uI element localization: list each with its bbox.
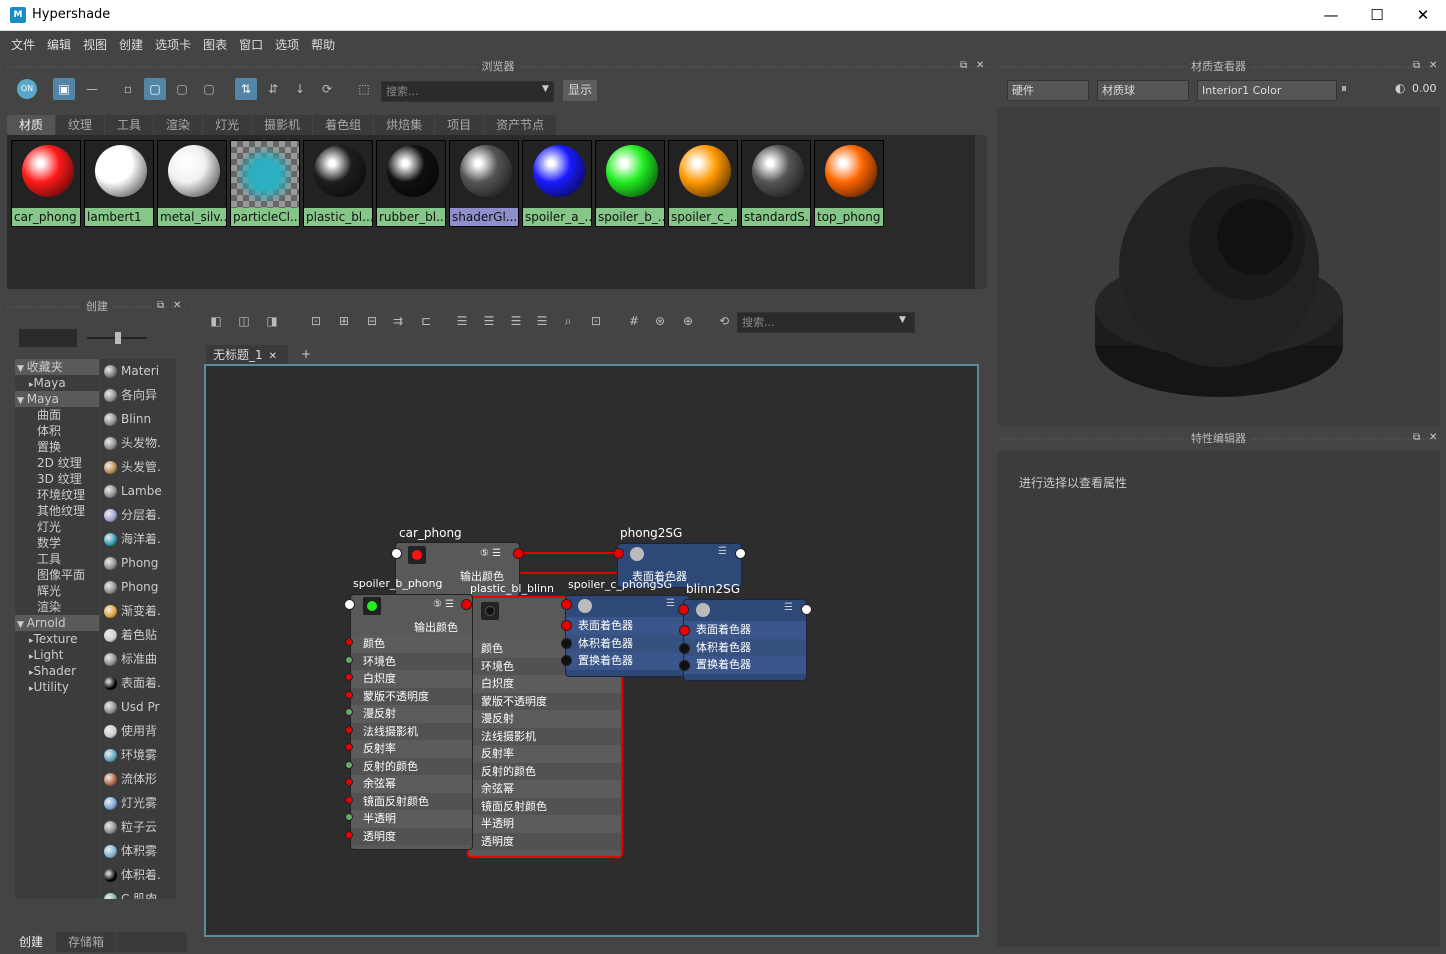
attr-area: [997, 451, 1440, 947]
settings-icon[interactable]: ⑤ ☰: [480, 548, 501, 559]
swatch-icon: [481, 602, 499, 620]
attr-row[interactable]: 白炽度: [351, 670, 472, 688]
connection-port[interactable]: [345, 725, 353, 734]
connection-port[interactable]: [345, 743, 353, 751]
sg-icon: [630, 547, 644, 561]
attribute-editor-panel: 特性编辑器 ⧉ ✕ 进行选择以查看属性: [997, 431, 1440, 953]
connection-port[interactable]: [561, 655, 572, 666]
attr-row[interactable]: 半透明: [351, 810, 472, 828]
connection-port[interactable]: [345, 708, 353, 716]
attr-list: 表面着色器 体积着色器 置换着色器: [684, 621, 806, 674]
node-spoiler-c-sg[interactable]: ☰ 表面着色器 体积着色器 置换着色器: [565, 595, 690, 677]
connection-port[interactable]: [345, 830, 353, 839]
play-pause-icon[interactable]: ⏸: [1341, 81, 1347, 96]
node-title: plastic_bl_blinn: [470, 582, 555, 595]
attr-row[interactable]: 体积着色器: [684, 638, 806, 656]
node-title: blinn2SG: [686, 582, 741, 596]
node-spoiler-b-phong[interactable]: ⑤ ☰ 输出颜色 颜色 环境色 白炽度 蒙版不透明度 漫反射 法线摄影机 反射率 反射的颜色余…: [350, 594, 473, 850]
attr-row[interactable]: 透明度: [469, 832, 621, 850]
attr-row[interactable]: 蒙版不透明度: [469, 692, 621, 710]
connection-port[interactable]: [345, 813, 353, 821]
float-icon[interactable]: ⧉: [1413, 60, 1420, 71]
connection-port[interactable]: [561, 637, 572, 649]
attr-row[interactable]: 置换着色器: [566, 652, 689, 670]
attr-row[interactable]: 体积着色器: [566, 634, 689, 652]
float-icon[interactable]: ⧉: [1413, 432, 1420, 443]
swatch-icon: [363, 597, 381, 615]
connection-port[interactable]: [345, 778, 353, 786]
renderer-select[interactable]: 硬件: [1007, 80, 1089, 101]
panel-close-icon[interactable]: ✕: [1429, 432, 1437, 443]
connection-port[interactable]: [679, 642, 690, 654]
connection-port[interactable]: [561, 620, 572, 631]
connection-port[interactable]: [613, 548, 624, 559]
connection-port[interactable]: [345, 673, 353, 681]
connection-port[interactable]: [345, 760, 353, 769]
material-preview: [997, 107, 1440, 425]
connection-port[interactable]: [391, 548, 402, 559]
connection-port[interactable]: [461, 599, 472, 610]
viewer-title: 材质查看器: [997, 59, 1440, 75]
connection-port[interactable]: [345, 795, 353, 804]
attr-row[interactable]: 环境色: [351, 652, 472, 670]
attr-row[interactable]: 余弦幂: [351, 775, 472, 793]
node-title: car_phong: [399, 526, 462, 540]
attr-row[interactable]: 表面着色器: [684, 621, 806, 639]
attr-list: 表面着色器 体积着色器 置换着色器: [566, 617, 689, 670]
swatch-icon: [408, 546, 426, 564]
connection-port[interactable]: [735, 548, 746, 559]
attr-row[interactable]: 反射率: [469, 745, 621, 763]
attr-row[interactable]: 透明度: [351, 827, 472, 845]
connection-port[interactable]: [561, 599, 572, 610]
attr-title: 特性编辑器: [997, 431, 1440, 447]
attr-row[interactable]: 漫反射: [469, 710, 621, 728]
attr-row[interactable]: 镜面反射颜色: [351, 792, 472, 810]
settings-icon[interactable]: ⑤ ☰: [433, 599, 454, 610]
connection-port[interactable]: [345, 655, 353, 664]
node-title: phong2SG: [620, 526, 683, 540]
connection-port[interactable]: [801, 604, 812, 615]
attr-list: 颜色 环境色 白炽度 蒙版不透明度 漫反射 法线摄影机 反射率 反射的颜色 余弦幂 镜面反射颜色半…: [351, 635, 472, 845]
panel-close-icon[interactable]: ✕: [1429, 60, 1437, 71]
attr-row[interactable]: 表面着色器: [566, 617, 689, 635]
geometry-select[interactable]: 材质球: [1097, 80, 1189, 101]
menu-icon[interactable]: ☰: [784, 602, 793, 613]
connection-port[interactable]: [345, 690, 353, 699]
material-select[interactable]: Interior1 Color: [1197, 80, 1337, 101]
attr-row[interactable]: 反射的颜色: [351, 757, 472, 775]
exposure-icon[interactable]: ◐: [1395, 81, 1405, 95]
sg-icon: [578, 599, 592, 613]
attr-row[interactable]: 镜面反射颜色: [469, 797, 621, 815]
shader-ball-icon: [1095, 167, 1343, 397]
attr-row[interactable]: 反射的颜色: [469, 762, 621, 780]
connection-port[interactable]: [679, 625, 690, 636]
attr-row[interactable]: 余弦幂: [469, 780, 621, 798]
node-blinn2sg[interactable]: ☰ 表面着色器 体积着色器 置换着色器: [683, 599, 807, 681]
menu-icon[interactable]: ☰: [666, 598, 675, 609]
attr-hint: 进行选择以查看属性: [1019, 476, 1128, 490]
output-color-label: 输出颜色: [414, 621, 458, 634]
attr-row[interactable]: 白炽度: [469, 675, 621, 693]
connection-port[interactable]: [344, 599, 355, 610]
menu-icon[interactable]: ☰: [718, 546, 727, 557]
material-viewer-panel: 材质查看器 ⧉ ✕ 硬件 材质球 Interior1 Color ⏸ ◐ 0.0…: [997, 59, 1440, 425]
node-title: spoiler_c_phongSG: [568, 578, 673, 591]
attr-row[interactable]: 颜色: [351, 635, 472, 653]
attr-row[interactable]: 反射率: [351, 740, 472, 758]
connection-port[interactable]: [345, 638, 353, 646]
attr-row[interactable]: 法线摄影机: [351, 722, 472, 740]
sg-icon: [696, 603, 710, 617]
connection-port[interactable]: [678, 604, 689, 615]
node-title: spoiler_b_phong: [353, 577, 443, 590]
attr-row[interactable]: 半透明: [469, 815, 621, 833]
attr-row[interactable]: 蒙版不透明度: [351, 687, 472, 705]
attr-row[interactable]: 漫反射: [351, 705, 472, 723]
connection-port[interactable]: [513, 548, 524, 559]
attr-row[interactable]: 置换着色器: [684, 656, 806, 674]
exposure-value[interactable]: 0.00: [1412, 82, 1437, 95]
connection-port[interactable]: [679, 660, 690, 671]
attr-row[interactable]: 法线摄影机: [469, 727, 621, 745]
